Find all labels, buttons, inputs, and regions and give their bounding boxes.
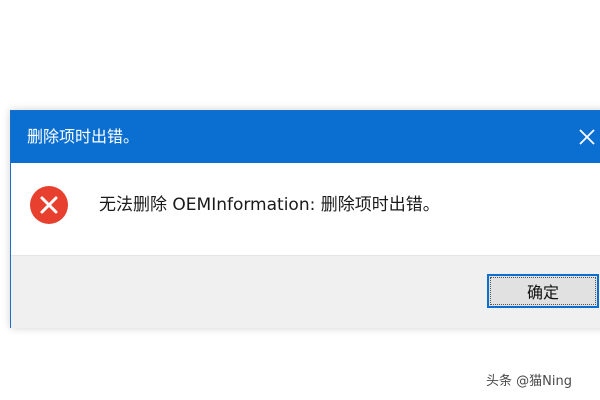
close-icon xyxy=(579,129,595,145)
dialog-titlebar[interactable]: 删除项时出错。 xyxy=(11,111,600,163)
dialog-title: 删除项时出错。 xyxy=(27,127,140,146)
error-icon xyxy=(30,186,68,224)
screen: 删除项时出错。 无法删除 OEMInformation: 删除项时出错。 确定 … xyxy=(0,0,600,400)
close-button[interactable] xyxy=(567,115,600,159)
dialog-footer: 确定 xyxy=(11,255,600,328)
ok-button-label: 确定 xyxy=(490,277,596,305)
dialog-content: 无法删除 OEMInformation: 删除项时出错。 xyxy=(11,163,600,255)
watermark: 头条 @猫Ning xyxy=(486,374,572,389)
ok-button[interactable]: 确定 xyxy=(487,274,599,308)
error-dialog: 删除项时出错。 无法删除 OEMInformation: 删除项时出错。 确定 xyxy=(10,110,600,328)
error-message: 无法删除 OEMInformation: 删除项时出错。 xyxy=(99,195,440,215)
